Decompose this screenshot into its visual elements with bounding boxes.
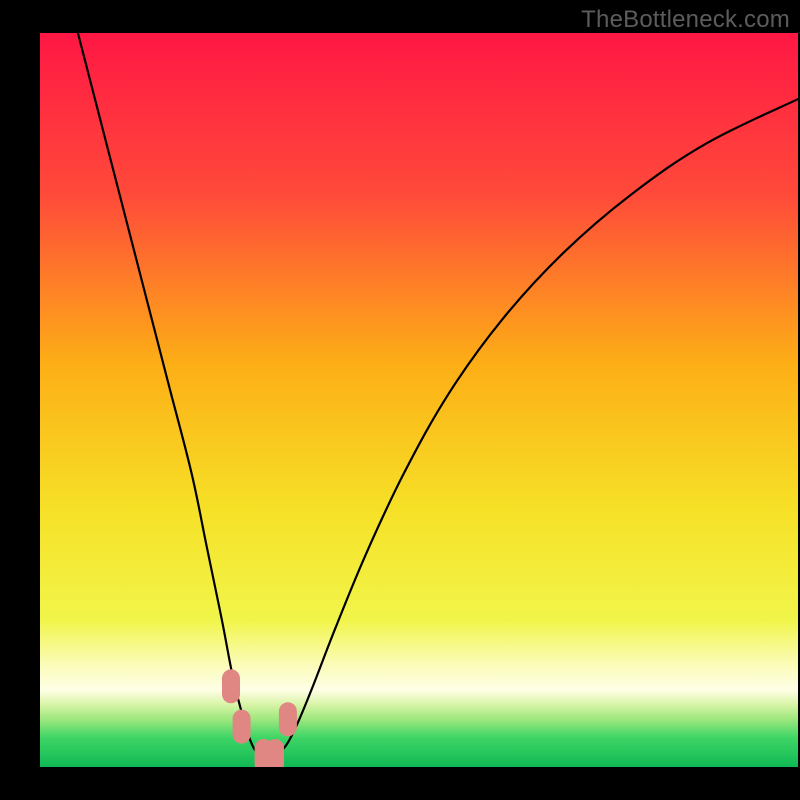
- watermark-label: TheBottleneck.com: [581, 6, 790, 34]
- plot-area: [40, 33, 798, 767]
- highlight-marker: [266, 739, 284, 767]
- highlight-marker: [279, 702, 297, 736]
- highlight-marker: [222, 669, 240, 703]
- highlight-marker: [233, 710, 251, 744]
- chart-frame: TheBottleneck.com: [0, 0, 800, 800]
- highlight-markers: [40, 33, 798, 767]
